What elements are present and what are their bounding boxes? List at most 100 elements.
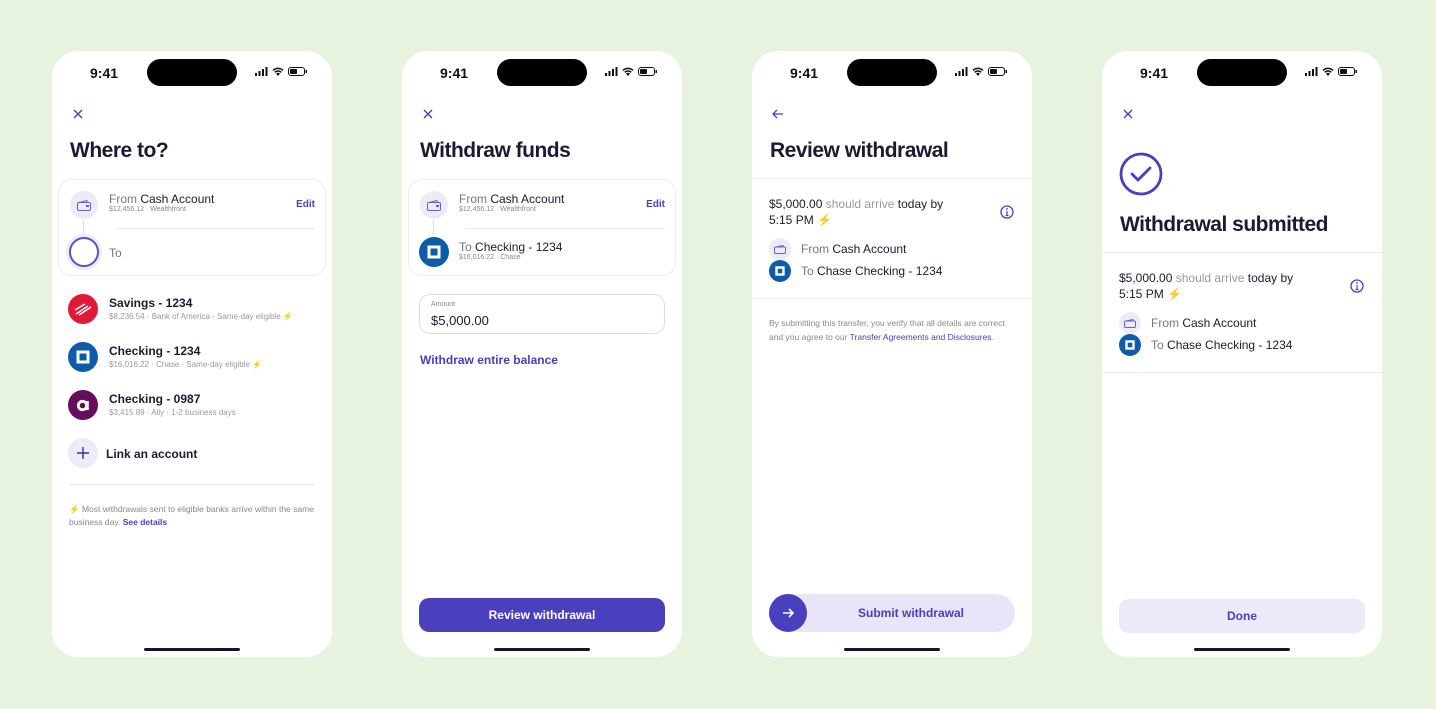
status-time: 9:41 xyxy=(790,65,819,81)
amount-input[interactable]: Amount $5,000.00 xyxy=(419,294,665,334)
status-time: 9:41 xyxy=(440,65,469,81)
amount-value: $5,000.00 xyxy=(431,313,489,328)
chase-logo-icon xyxy=(68,342,98,372)
dynamic-island xyxy=(847,59,937,86)
screen-withdrawal-submitted: 9:41 Withdrawal submitted $5,000.00 shou… xyxy=(1102,51,1382,657)
account-name: Checking - 1234 xyxy=(109,344,201,358)
wallet-icon xyxy=(1119,312,1141,334)
status-bar: 9:41 xyxy=(1102,51,1382,95)
bolt-icon: ⚡ xyxy=(282,312,293,321)
connector-line xyxy=(433,220,434,234)
wifi-icon xyxy=(1322,67,1334,76)
home-indicator xyxy=(144,648,240,651)
see-details-link[interactable]: See details xyxy=(123,517,167,527)
submit-withdrawal-slider[interactable]: Submit withdrawal xyxy=(769,594,1015,632)
to-label: To Chase Checking - 1234 xyxy=(801,264,943,278)
chase-logo-icon xyxy=(1119,334,1141,356)
info-icon[interactable] xyxy=(1000,205,1014,219)
home-indicator xyxy=(844,648,940,651)
from-detail: $12,456.12 · Wealthfront xyxy=(109,206,186,213)
transfer-card: From Cash Account $12,456.12 · Wealthfro… xyxy=(408,179,676,276)
wifi-icon xyxy=(972,67,984,76)
home-indicator xyxy=(1194,648,1290,651)
bolt-icon: ⚡ xyxy=(252,360,263,369)
screen-where-to: 9:41 Where to? From Cash Account $12,456… xyxy=(52,51,332,657)
back-arrow-icon[interactable] xyxy=(770,106,786,122)
signal-icon xyxy=(955,67,968,76)
link-account-button[interactable]: Link an account xyxy=(68,438,322,470)
arrival-summary: $5,000.00 should arrive today by 5:15 PM… xyxy=(1119,271,1294,301)
bolt-icon: ⚡ xyxy=(69,504,80,514)
account-item-checking-1234[interactable]: Checking - 1234 $16,016.22 · Chase · Sam… xyxy=(68,342,322,374)
dynamic-island xyxy=(147,59,237,86)
review-withdrawal-button[interactable]: Review withdrawal xyxy=(419,598,665,632)
bolt-icon: ⚡ xyxy=(1167,287,1182,301)
transfer-agreements-link[interactable]: Transfer Agreements and Disclosures xyxy=(850,332,992,342)
status-bar: 9:41 xyxy=(752,51,1032,95)
edit-button[interactable]: Edit xyxy=(646,199,665,210)
arrow-right-icon xyxy=(783,608,794,618)
from-label: From Cash Account xyxy=(459,192,565,206)
ally-logo-icon xyxy=(68,390,98,420)
account-name: Checking - 0987 xyxy=(109,392,201,406)
battery-icon xyxy=(638,67,657,76)
arrival-summary: $5,000.00 should arrive today by 5:15 PM… xyxy=(769,197,944,227)
screen-withdraw-funds: 9:41 Withdraw funds From Cash Account $1… xyxy=(402,51,682,657)
status-bar: 9:41 xyxy=(402,51,682,95)
close-icon[interactable] xyxy=(70,106,86,122)
to-detail: $16,016.22 · Chase xyxy=(459,254,521,261)
signal-icon xyxy=(1305,67,1318,76)
disclaimer: By submitting this transfer, you verify … xyxy=(769,318,1005,342)
account-detail: $16,016.22 · Chase · Same-day eligible ⚡ xyxy=(109,360,263,369)
close-icon[interactable] xyxy=(420,106,436,122)
account-detail: $8,236.54 · Bank of America · Same-day e… xyxy=(109,312,293,321)
account-item-savings-1234[interactable]: Savings - 1234 $8,236.54 · Bank of Ameri… xyxy=(68,294,322,326)
dynamic-island xyxy=(497,59,587,86)
connector-line xyxy=(83,220,84,234)
divider xyxy=(69,484,315,485)
close-icon[interactable] xyxy=(1120,106,1136,122)
done-button[interactable]: Done xyxy=(1119,599,1365,633)
account-item-checking-0987[interactable]: Checking - 0987 $3,415.89 · Ally · 1-2 b… xyxy=(68,390,322,422)
to-placeholder-circle[interactable] xyxy=(69,237,99,267)
wallet-icon xyxy=(420,191,448,219)
dynamic-island xyxy=(1197,59,1287,86)
battery-icon xyxy=(1338,67,1357,76)
info-icon[interactable] xyxy=(1350,279,1364,293)
to-label: To Chase Checking - 1234 xyxy=(1151,338,1293,352)
footnote: ⚡ Most withdrawals sent to eligible bank… xyxy=(69,504,314,527)
amount-label: Amount xyxy=(431,301,456,308)
from-label: From Cash Account xyxy=(1151,316,1257,330)
wifi-icon xyxy=(272,67,284,76)
check-circle-icon xyxy=(1119,152,1163,196)
page-title: Where to? xyxy=(70,139,169,162)
account-name: Savings - 1234 xyxy=(109,296,193,310)
chase-logo-icon xyxy=(769,260,791,282)
home-indicator xyxy=(494,648,590,651)
submit-withdrawal-label: Submit withdrawal xyxy=(857,606,964,620)
battery-icon xyxy=(988,67,1007,76)
from-label: From Cash Account xyxy=(109,192,215,206)
bolt-icon: ⚡ xyxy=(817,213,832,227)
battery-icon xyxy=(288,67,307,76)
page-title: Withdraw funds xyxy=(420,139,571,162)
screen-review-withdrawal: 9:41 Review withdrawal $5,000.00 should … xyxy=(752,51,1032,657)
withdraw-entire-balance-link[interactable]: Withdraw entire balance xyxy=(420,353,558,367)
bank-of-america-logo-icon xyxy=(68,294,98,324)
plus-icon xyxy=(68,438,98,468)
signal-icon xyxy=(255,67,268,76)
wifi-icon xyxy=(622,67,634,76)
chase-logo-icon xyxy=(419,237,449,267)
page-title: Review withdrawal xyxy=(770,139,949,162)
status-bar: 9:41 xyxy=(52,51,332,95)
wallet-icon xyxy=(769,238,791,260)
edit-button[interactable]: Edit xyxy=(296,199,315,210)
status-time: 9:41 xyxy=(1140,65,1169,81)
to-label: To Checking - 1234 xyxy=(459,240,563,254)
slider-handle[interactable] xyxy=(769,594,807,632)
to-label: To xyxy=(109,246,122,260)
wallet-icon xyxy=(70,191,98,219)
from-detail: $12,456.12 · Wealthfront xyxy=(459,206,536,213)
transfer-card: From Cash Account $12,456.12 · Wealthfro… xyxy=(58,179,326,276)
status-time: 9:41 xyxy=(90,65,119,81)
